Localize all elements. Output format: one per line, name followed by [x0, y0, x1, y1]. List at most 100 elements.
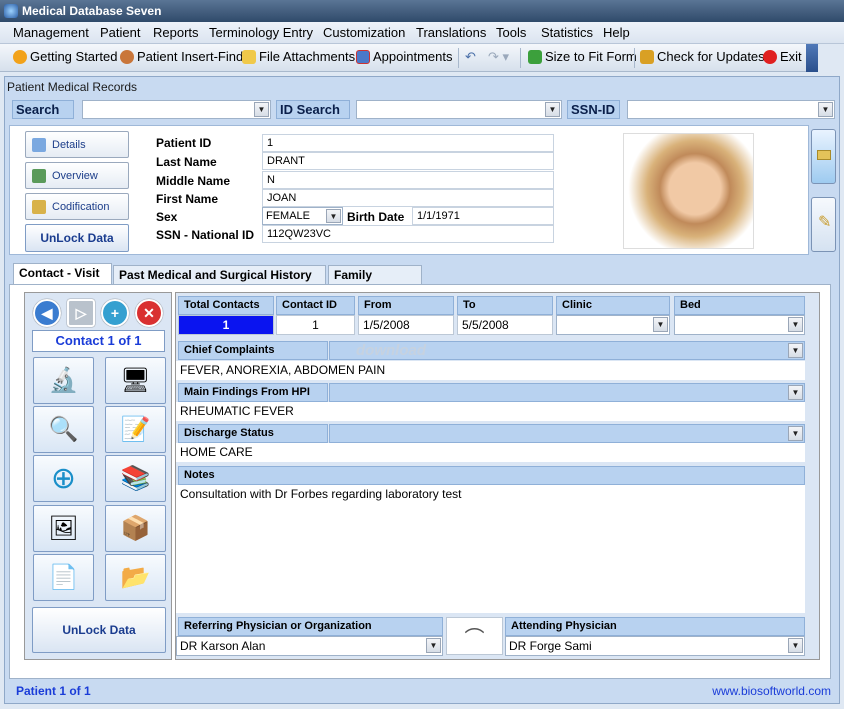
- undo-icon: ↶: [465, 49, 476, 64]
- check-updates-button[interactable]: Check for Updates: [640, 49, 765, 64]
- monitor-button[interactable]: 🖥: [105, 357, 166, 404]
- from-header: From: [358, 296, 454, 315]
- redo-button[interactable]: ↷ ▾: [488, 49, 509, 65]
- appointments-label: Appointments: [373, 49, 453, 64]
- sex-select[interactable]: FEMALE ▼: [262, 207, 343, 225]
- notes-button[interactable]: 📝: [105, 406, 166, 453]
- open-photo-button[interactable]: [811, 129, 836, 184]
- tab-contact-visit[interactable]: Contact - Visit: [13, 263, 112, 285]
- menu-reports[interactable]: Reports: [153, 25, 199, 40]
- image-icon: 🖼: [48, 515, 79, 542]
- ssn-id-combo[interactable]: ▼: [627, 100, 835, 119]
- referring-physician-select[interactable]: DR Karson Alan ▼: [176, 636, 443, 656]
- chevron-down-icon[interactable]: ▼: [254, 102, 269, 117]
- previous-contact-button[interactable]: ◀: [33, 299, 61, 327]
- resize-icon: [528, 49, 542, 64]
- clear-photo-button[interactable]: ✎: [811, 197, 836, 252]
- contact-id-value[interactable]: 1: [276, 315, 355, 335]
- search-button[interactable]: 🔍: [33, 406, 94, 453]
- notes-textarea[interactable]: Consultation with Dr Forbes regarding la…: [176, 485, 805, 613]
- chevron-down-icon[interactable]: ▼: [788, 385, 803, 400]
- undo-button[interactable]: ↶: [465, 49, 476, 65]
- next-contact-button[interactable]: ▷: [67, 299, 95, 327]
- chief-complaints-select[interactable]: download ▼: [329, 341, 805, 360]
- size-to-fit-button[interactable]: Size to Fit Form: [528, 49, 637, 64]
- chevron-down-icon[interactable]: ▼: [818, 102, 833, 117]
- overview-button[interactable]: Overview: [25, 162, 129, 189]
- clinic-select[interactable]: ▼: [556, 315, 670, 335]
- folder-button[interactable]: 📂: [105, 554, 166, 601]
- title-bar: Medical Database Seven: [0, 0, 844, 22]
- codification-button[interactable]: Codification: [25, 193, 129, 220]
- chevron-down-icon[interactable]: ▼: [326, 209, 341, 223]
- attending-physician-label: Attending Physician: [505, 617, 805, 636]
- add-record-button[interactable]: ⊕: [33, 455, 94, 502]
- total-contacts-value[interactable]: 1: [178, 315, 274, 335]
- toolbar-overflow-button[interactable]: [806, 44, 818, 72]
- unlock-data-button[interactable]: UnLock Data: [25, 224, 129, 252]
- menu-tools[interactable]: Tools: [496, 25, 526, 40]
- box-button[interactable]: 📦: [105, 505, 166, 552]
- chevron-down-icon[interactable]: ▼: [426, 638, 441, 653]
- patient-insert-find-button[interactable]: Patient Insert-Find: [120, 49, 243, 64]
- id-search-combo[interactable]: ▼: [356, 100, 562, 119]
- chief-complaints-label: Chief Complaints: [178, 341, 328, 360]
- main-findings-select[interactable]: ▼: [329, 383, 805, 402]
- menu-translations[interactable]: Translations: [416, 25, 486, 40]
- ssn-field[interactable]: 112QW23VC: [262, 225, 554, 243]
- tab-family-history[interactable]: Family History: [328, 265, 422, 296]
- menu-help[interactable]: Help: [603, 25, 630, 40]
- last-name-field[interactable]: DRANT: [262, 152, 554, 170]
- delete-contact-button[interactable]: ✕: [135, 299, 163, 327]
- first-name-label: First Name: [156, 192, 219, 206]
- total-contacts-header: Total Contacts: [178, 296, 274, 315]
- box-icon: 📦: [120, 515, 151, 542]
- microscope-button[interactable]: 🔬: [33, 357, 94, 404]
- monitor-icon: 🖥: [120, 367, 151, 394]
- chevron-down-icon[interactable]: ▼: [788, 638, 803, 653]
- books-icon: 📚: [120, 465, 151, 492]
- getting-started-button[interactable]: Getting Started: [13, 49, 117, 64]
- getting-started-label: Getting Started: [30, 49, 118, 64]
- attending-physician-select[interactable]: DR Forge Sami ▼: [505, 636, 805, 656]
- exit-button[interactable]: Exit: [763, 49, 802, 64]
- add-contact-button[interactable]: +: [101, 299, 129, 327]
- appointments-button[interactable]: Appointments: [356, 49, 453, 64]
- main-findings-value[interactable]: RHEUMATIC FEVER: [176, 402, 805, 421]
- website-link[interactable]: www.biosoftworld.com: [712, 684, 831, 698]
- from-date-field[interactable]: 1/5/2008: [358, 315, 454, 335]
- books-button[interactable]: 📚: [105, 455, 166, 502]
- menu-management[interactable]: Management: [13, 25, 89, 40]
- folder-open-icon: 📂: [120, 564, 151, 591]
- menu-patient[interactable]: Patient: [100, 25, 140, 40]
- menu-customization[interactable]: Customization: [323, 25, 405, 40]
- codification-label: Codification: [52, 200, 110, 213]
- middle-name-field[interactable]: N: [262, 171, 554, 189]
- menu-terminology-entry[interactable]: Terminology Entry: [209, 25, 313, 40]
- details-button[interactable]: Details: [25, 131, 129, 158]
- chevron-down-icon[interactable]: ▼: [788, 317, 803, 332]
- patient-id-field[interactable]: 1: [262, 134, 554, 152]
- unlock-contact-button[interactable]: UnLock Data: [32, 607, 166, 653]
- chevron-down-icon[interactable]: ▼: [788, 343, 803, 358]
- discharge-status-select[interactable]: ▼: [329, 424, 805, 443]
- chevron-down-icon[interactable]: ▼: [653, 317, 668, 332]
- menu-statistics[interactable]: Statistics: [541, 25, 593, 40]
- first-name-field[interactable]: JOAN: [262, 189, 554, 207]
- document-button[interactable]: 📄: [33, 554, 94, 601]
- patient-photo: [623, 133, 754, 249]
- chevron-down-icon[interactable]: ▼: [788, 426, 803, 441]
- bed-select[interactable]: ▼: [674, 315, 805, 335]
- discharge-status-value[interactable]: HOME CARE: [176, 443, 805, 462]
- chevron-down-icon[interactable]: ▼: [545, 102, 560, 117]
- folder-icon: [817, 150, 831, 160]
- birth-date-field[interactable]: 1/1/1971: [412, 207, 554, 225]
- tab-past-medical-history[interactable]: Past Medical and Surgical History: [113, 265, 326, 284]
- toolbar-separator: [520, 48, 521, 68]
- toolbar-separator: [634, 48, 635, 68]
- file-attachments-button[interactable]: File Attachments: [242, 49, 355, 64]
- image-button[interactable]: 🖼: [33, 505, 94, 552]
- search-combo[interactable]: ▼: [82, 100, 271, 119]
- to-date-field[interactable]: 5/5/2008: [457, 315, 553, 335]
- chief-complaints-value[interactable]: FEVER, ANOREXIA, ABDOMEN PAIN: [176, 361, 805, 380]
